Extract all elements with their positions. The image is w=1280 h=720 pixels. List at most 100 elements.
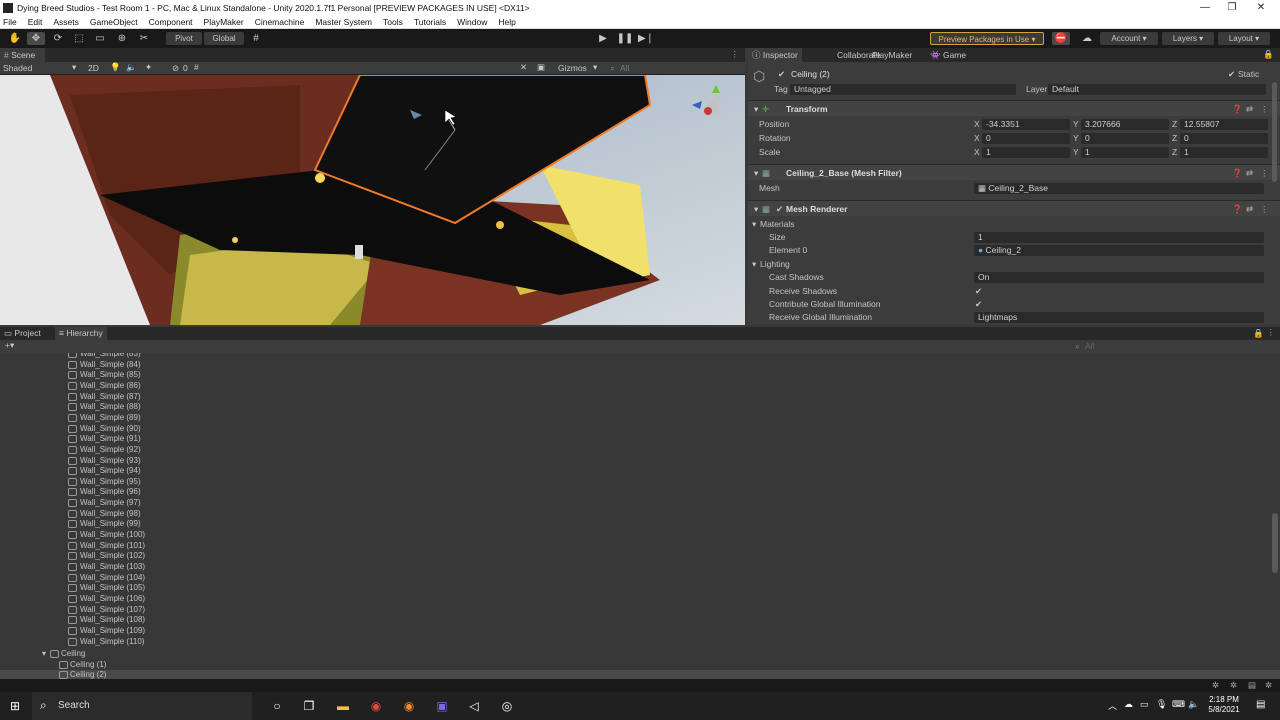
grid-snap-icon[interactable]: #: [247, 32, 265, 45]
static-checkbox[interactable]: ✔: [1228, 68, 1235, 81]
hierarchy-item-ceiling-2[interactable]: Ceiling (2): [0, 670, 1280, 679]
shading-mode-dropdown[interactable]: Shaded: [3, 63, 32, 73]
preview-packages-button[interactable]: Preview Packages in Use ▾: [930, 32, 1044, 45]
scene-viewport[interactable]: [0, 75, 745, 325]
audio-toggle-icon[interactable]: 🔈: [126, 62, 137, 73]
active-checkbox[interactable]: ✔: [778, 68, 785, 81]
help-icon[interactable]: ❓: [1232, 101, 1243, 117]
firefox-icon[interactable]: ◉: [400, 698, 418, 714]
hierarchy-item[interactable]: Wall_Simple (89): [0, 413, 1280, 424]
file-explorer-icon[interactable]: ▬: [334, 698, 352, 714]
hierarchy-item[interactable]: Wall_Simple (101): [0, 541, 1280, 552]
mesh-renderer-menu-icon[interactable]: ⋮: [1260, 201, 1269, 217]
transform-foldout-icon[interactable]: ▾: [754, 101, 758, 117]
menu-edit[interactable]: Edit: [28, 17, 43, 27]
hierarchy-item[interactable]: Wall_Simple (109): [0, 626, 1280, 637]
gizmos-dropdown[interactable]: Gizmos: [558, 63, 587, 73]
rotate-tool-icon[interactable]: ⟳: [49, 32, 67, 45]
menu-file[interactable]: File: [3, 17, 17, 27]
menu-master-system[interactable]: Master System: [315, 17, 372, 27]
hierarchy-item[interactable]: Wall_Simple (106): [0, 594, 1280, 605]
hierarchy-item[interactable]: Wall_Simple (100): [0, 530, 1280, 541]
hierarchy-menu-icon[interactable]: ⋮: [1267, 327, 1276, 338]
menu-tools[interactable]: Tools: [383, 17, 403, 27]
position-y-field[interactable]: 3.207666: [1081, 119, 1169, 130]
pause-button[interactable]: ❚❚: [616, 32, 634, 45]
tab-scene[interactable]: # Scene: [0, 48, 45, 62]
minimize-button[interactable]: —: [1190, 0, 1220, 15]
mesh-filter-menu-icon[interactable]: ⋮: [1260, 165, 1269, 181]
menu-gameobject[interactable]: GameObject: [90, 17, 138, 27]
shading-dropdown-arrow-icon[interactable]: ▾: [72, 62, 76, 73]
hand-tool-icon[interactable]: ✋: [6, 32, 24, 45]
layout-dropdown[interactable]: Layout ▾: [1218, 32, 1270, 45]
tab-project[interactable]: ▭ Project: [0, 327, 45, 340]
inspector-lock-icon[interactable]: 🔒: [1263, 49, 1274, 60]
maximize-button[interactable]: ❐: [1217, 0, 1247, 15]
tray-app-icon[interactable]: ☁: [1124, 699, 1133, 710]
transform-tool-icon[interactable]: ⊕: [113, 32, 131, 45]
scale-x-field[interactable]: 1: [982, 147, 1070, 158]
hierarchy-item[interactable]: Wall_Simple (98): [0, 509, 1280, 520]
mesh-filter-preset-icon[interactable]: ⇄: [1246, 165, 1253, 181]
mesh-filter-foldout-icon[interactable]: ▾: [754, 165, 758, 181]
global-toggle[interactable]: Global: [204, 32, 244, 45]
obs-icon[interactable]: ◎: [498, 698, 516, 714]
tray-volume-icon[interactable]: 🔈: [1188, 699, 1199, 710]
hierarchy-item-ceiling[interactable]: ▾ Ceiling: [0, 649, 1280, 660]
mesh-filter-header[interactable]: ▾ ▦ Ceiling_2_Base (Mesh Filter) ❓ ⇄ ⋮: [748, 164, 1280, 180]
layers-dropdown[interactable]: Layers ▾: [1162, 32, 1214, 45]
menu-cinemachine[interactable]: Cinemachine: [255, 17, 305, 27]
receive-gi-dropdown[interactable]: Lightmaps: [974, 312, 1264, 323]
status-bug-icon[interactable]: ✲: [1265, 680, 1272, 691]
pivot-toggle[interactable]: Pivot: [166, 32, 202, 45]
transform-header[interactable]: ▾ ✛ Transform ❓ ⇄ ⋮: [748, 100, 1280, 116]
tray-battery-icon[interactable]: ▭: [1140, 699, 1149, 710]
rotation-z-field[interactable]: 0: [1180, 133, 1268, 144]
tray-mic-icon[interactable]: 🎙: [1156, 699, 1167, 710]
hierarchy-item-ceiling-1[interactable]: Ceiling (1): [0, 660, 1280, 671]
close-button[interactable]: ✕: [1246, 0, 1276, 15]
move-tool-icon[interactable]: ✥: [27, 32, 45, 45]
2d-toggle[interactable]: 2D: [88, 63, 99, 73]
materials-foldout[interactable]: ▾ Materials: [748, 218, 1280, 231]
hierarchy-item[interactable]: Wall_Simple (99): [0, 519, 1280, 530]
tab-inspector[interactable]: ⓘ Inspector: [748, 48, 802, 62]
menu-help[interactable]: Help: [498, 17, 515, 27]
cast-shadows-dropdown[interactable]: On: [974, 272, 1264, 283]
hierarchy-item[interactable]: Wall_Simple (93): [0, 456, 1280, 467]
hierarchy-item[interactable]: Wall_Simple (92): [0, 445, 1280, 456]
mesh-renderer-foldout-icon[interactable]: ▾: [754, 201, 758, 217]
hierarchy-item[interactable]: Wall_Simple (105): [0, 583, 1280, 594]
hierarchy-item[interactable]: Wall_Simple (84): [0, 360, 1280, 371]
hierarchy-item[interactable]: Wall_Simple (90): [0, 424, 1280, 435]
hierarchy-item[interactable]: Wall_Simple (107): [0, 605, 1280, 616]
hierarchy-item[interactable]: Wall_Simple (108): [0, 615, 1280, 626]
scale-z-field[interactable]: 1: [1180, 147, 1268, 158]
tab-hierarchy[interactable]: ≡ Hierarchy: [55, 327, 107, 340]
inspector-scrollbar[interactable]: [1272, 82, 1277, 182]
receive-shadows-checkbox[interactable]: ✔: [975, 285, 982, 298]
menu-assets[interactable]: Assets: [53, 17, 79, 27]
ceiling-foldout-icon[interactable]: ▾: [42, 649, 46, 660]
position-z-field[interactable]: 12.55807: [1180, 119, 1268, 130]
task-view-icon[interactable]: ❐: [300, 698, 318, 714]
hierarchy-scrollbar[interactable]: [1272, 513, 1278, 573]
notifications-icon[interactable]: ▤: [1256, 699, 1265, 710]
contribute-gi-checkbox[interactable]: ✔: [975, 298, 982, 311]
menu-window[interactable]: Window: [457, 17, 487, 27]
tools-icon[interactable]: ✕: [520, 62, 527, 73]
object-name-field[interactable]: Ceiling (2): [791, 68, 830, 81]
scene-search-icon[interactable]: ⌕: [610, 63, 615, 74]
account-dropdown[interactable]: Account ▾: [1100, 32, 1158, 45]
status-lighting-icon[interactable]: ✲: [1230, 680, 1237, 691]
tray-network-icon[interactable]: ⌨: [1172, 699, 1185, 710]
more-icon[interactable]: ⋮: [731, 49, 740, 60]
mesh-renderer-header[interactable]: ▾ ▦ ✔ Mesh Renderer ❓ ⇄ ⋮: [748, 200, 1280, 216]
rotation-y-field[interactable]: 0: [1081, 133, 1169, 144]
component-menu-icon[interactable]: ⋮: [1260, 101, 1269, 117]
hierarchy-item[interactable]: Wall_Simple (110): [0, 637, 1280, 648]
grid-toggle-icon[interactable]: #: [194, 62, 199, 72]
element0-field[interactable]: ● Ceiling_2: [974, 245, 1264, 256]
create-plus-icon[interactable]: +▾: [5, 340, 14, 351]
